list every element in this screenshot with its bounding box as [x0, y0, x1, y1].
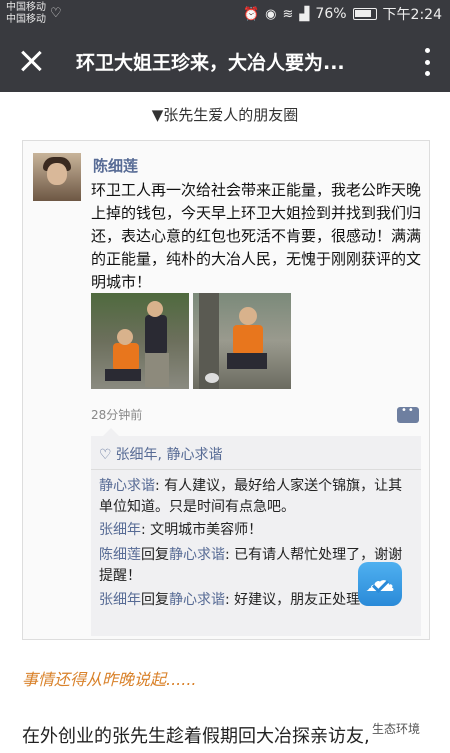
intro-text: 事情还得从昨晚说起...... — [22, 670, 197, 689]
comment-author[interactable]: 张细年 — [99, 522, 141, 538]
close-icon[interactable] — [14, 44, 48, 78]
heart-pulse-icon: ♡ — [50, 6, 62, 21]
comment-text: : 好建议，朋友正处理！ — [225, 592, 375, 608]
comment-author[interactable]: 张细年 — [99, 592, 141, 608]
more-options-icon[interactable] — [422, 48, 432, 76]
battery-percent: 76% — [315, 6, 347, 22]
moment-photo-1[interactable] — [91, 293, 189, 389]
comment-author[interactable]: 陈细莲 — [99, 547, 141, 563]
post-timestamp: 28分钟前 — [91, 408, 143, 422]
heart-icon: ♡ — [99, 447, 112, 463]
comment-item[interactable]: 静心求谐: 有人建议，最好给人家送个锦旗，让其单位知道。只是时间有点急吧。 — [99, 476, 415, 518]
carrier-labels: 中国移动 中国移动 — [6, 2, 46, 26]
signal-icon: ▟ — [299, 6, 310, 22]
wifi-icon: ≋ — [282, 6, 294, 22]
poster-name[interactable]: 陈细莲 — [93, 155, 138, 176]
clock: 下午2:24 — [382, 7, 442, 23]
reply-target[interactable]: 静心求谐 — [169, 547, 225, 563]
comment-item[interactable]: 张细年: 文明城市美容师！ — [99, 520, 415, 541]
carrier-2: 中国移动 — [6, 14, 46, 25]
comment-icon[interactable] — [397, 405, 419, 423]
comment-text: : 文明城市美容师！ — [141, 522, 263, 538]
eye-icon: ◉ — [265, 6, 277, 22]
reply-word: 回复 — [141, 547, 169, 563]
comments-panel: ♡ 张细年, 静心求谐 静心求谐: 有人建议，最好给人家送个锦旗，让其单位知道。只… — [91, 428, 421, 636]
carrier-1: 中国移动 — [6, 2, 46, 13]
watermark: 生态环境 — [372, 720, 421, 737]
post-text: 环卫工人再一次给社会带来正能量，我老公昨天晚上掉的钱包，今天早上环卫大姐捡到并找… — [91, 181, 422, 291]
moment-caption: ▼张先生爱人的朋友圈 — [151, 106, 299, 124]
status-icons: ⏰ ◉ ≋ ▟ 76% 下午2:24 — [243, 4, 442, 24]
moment-photo-2[interactable] — [193, 293, 291, 389]
title-bar: 环卫大姐王珍来，大冶人要为... — [0, 30, 450, 92]
divider — [91, 469, 421, 470]
likes-names[interactable]: 张细年, 静心求谐 — [116, 447, 223, 463]
likes-row: ♡ 张细年, 静心求谐 — [99, 444, 222, 464]
page-title: 环卫大姐王珍来，大冶人要为... — [76, 52, 345, 74]
alarm-icon: ⏰ — [242, 6, 260, 22]
status-bar: 中国移动 中国移动 ♡ ⏰ ◉ ≋ ▟ 76% 下午2:24 — [0, 0, 450, 30]
reply-word: 回复 — [141, 592, 169, 608]
comment-author[interactable]: 静心求谐 — [99, 478, 155, 494]
reply-target[interactable]: 静心求谐 — [169, 592, 225, 608]
cloud-app-icon[interactable] — [358, 562, 402, 606]
battery-icon — [352, 8, 377, 20]
avatar[interactable] — [33, 153, 81, 201]
